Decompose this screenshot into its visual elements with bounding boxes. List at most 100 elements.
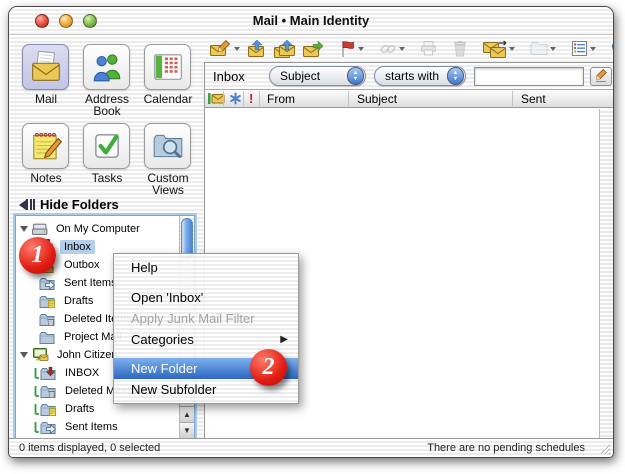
custom-views-icon xyxy=(151,130,185,162)
module-button-tasks[interactable] xyxy=(83,123,130,169)
scroll-down-button[interactable]: ▼ xyxy=(180,422,194,438)
chevron-down-icon[interactable] xyxy=(509,47,515,51)
imap-trash-icon xyxy=(34,384,57,399)
folder-row-imap-sent[interactable]: Sent Items xyxy=(16,418,122,436)
trash-folder-icon xyxy=(39,312,56,327)
print-button[interactable] xyxy=(419,39,438,58)
hide-folders-icon xyxy=(19,199,35,210)
advanced-find-button[interactable] xyxy=(590,67,612,86)
find-button[interactable] xyxy=(610,39,614,58)
forward-icon xyxy=(303,40,325,58)
menu-separator xyxy=(114,278,298,287)
folder-button[interactable] xyxy=(529,40,557,57)
chevron-down-icon[interactable] xyxy=(234,47,240,51)
priority-icon: ! xyxy=(249,91,253,106)
imap-drafts-icon xyxy=(34,402,57,417)
reply-button[interactable] xyxy=(246,39,268,59)
callout-badge-2: 2 xyxy=(250,349,287,386)
popup-arrows-icon: ▲▼ xyxy=(347,67,364,85)
module-button-calendar[interactable] xyxy=(144,44,191,90)
message-list-scrollbar[interactable] xyxy=(599,109,613,438)
filter-query-input[interactable] xyxy=(474,67,584,86)
link-icon xyxy=(379,41,397,57)
flag-icon xyxy=(340,40,356,58)
folder-row-imap-inbox[interactable]: INBOX xyxy=(16,364,103,382)
column-subject[interactable]: Subject xyxy=(357,90,397,107)
chevron-down-icon[interactable] xyxy=(358,47,364,51)
notes-icon xyxy=(29,130,63,162)
hide-folders-label: Hide Folders xyxy=(40,197,119,212)
status-schedules: There are no pending schedules xyxy=(427,442,585,454)
folder-row-drafts[interactable]: Drafts xyxy=(16,292,97,310)
link-button[interactable] xyxy=(378,40,406,58)
column-sent[interactable]: Sent xyxy=(521,90,546,107)
folder-icon xyxy=(530,41,548,56)
column-links[interactable] xyxy=(229,90,242,107)
screen: Mail • Main Identity xyxy=(0,0,625,474)
compose-icon xyxy=(210,40,232,58)
folder-row-on-my-computer[interactable]: On My Computer xyxy=(16,220,144,238)
list-view-icon xyxy=(571,40,588,57)
sent-folder-icon xyxy=(39,276,56,291)
module-label: Mail xyxy=(16,93,76,105)
scroll-up-button[interactable]: ▲ xyxy=(180,406,194,422)
send-receive-button[interactable] xyxy=(482,39,516,59)
submenu-arrow-icon: ▶ xyxy=(280,329,288,350)
compose-button[interactable] xyxy=(209,39,241,59)
folder-row-project-mail[interactable]: Project Mail xyxy=(16,328,125,346)
folder-icon xyxy=(39,330,56,345)
drives-icon xyxy=(32,223,48,236)
module-label: Address Book xyxy=(77,93,137,117)
tasks-icon xyxy=(90,130,124,162)
send-receive-icon xyxy=(483,40,507,58)
menu-item-help[interactable]: Help xyxy=(114,257,298,278)
module-button-custom-views[interactable] xyxy=(144,123,191,169)
chevron-down-icon[interactable] xyxy=(399,47,405,51)
calendar-icon xyxy=(151,51,185,83)
module-label: Notes xyxy=(16,172,76,184)
links-icon xyxy=(229,92,242,105)
column-from[interactable]: From xyxy=(267,90,295,107)
callout-badge-1: 1 xyxy=(19,237,56,274)
popup-arrows-icon: ▲▼ xyxy=(447,67,464,85)
list-title: Inbox xyxy=(213,69,263,84)
trash-icon xyxy=(452,40,468,57)
module-label: Custom Views xyxy=(138,172,198,196)
imap-inbox-icon xyxy=(34,366,57,381)
column-priority[interactable]: ! xyxy=(249,90,253,107)
mail-icon xyxy=(28,51,64,83)
window-title: Mail • Main Identity xyxy=(9,13,613,28)
folder-row-imap-drafts[interactable]: Drafts xyxy=(16,400,98,418)
delete-button[interactable] xyxy=(451,39,469,58)
column-header-row: ! From Subject Sent xyxy=(205,89,613,108)
disclosure-triangle-icon[interactable] xyxy=(20,226,28,232)
status-items-count: 0 items displayed, 0 selected xyxy=(19,442,160,454)
account-icon xyxy=(32,348,49,362)
title-bar[interactable]: Mail • Main Identity xyxy=(9,7,613,35)
flag-button[interactable] xyxy=(339,39,365,59)
filter-field-popup[interactable]: Subject ▲▼ xyxy=(269,66,366,86)
hide-folders-toggle[interactable]: Hide Folders xyxy=(19,197,119,212)
toolbar xyxy=(209,35,614,62)
search-icon xyxy=(611,40,614,57)
filter-operator-popup[interactable]: starts with ▲▼ xyxy=(374,66,466,86)
menu-item-open-inbox[interactable]: Open 'Inbox' xyxy=(114,287,298,308)
mail-window: Mail • Main Identity xyxy=(8,6,614,458)
module-button-notes[interactable] xyxy=(22,123,69,169)
chevron-down-icon[interactable] xyxy=(550,47,556,51)
quick-filter-bar: Inbox Subject ▲▼ starts with ▲▼ xyxy=(205,63,613,89)
forward-button[interactable] xyxy=(302,39,326,59)
reply-icon xyxy=(247,40,267,58)
module-button-mail[interactable] xyxy=(22,44,69,90)
reply-all-button[interactable] xyxy=(273,39,297,59)
drafts-folder-icon xyxy=(39,294,56,309)
module-button-address-book[interactable] xyxy=(83,44,130,90)
chevron-down-icon[interactable] xyxy=(590,47,596,51)
folder-row-sent-items[interactable]: Sent Items xyxy=(16,274,121,292)
folder-row-john-citizen[interactable]: John Citizen xyxy=(16,346,122,364)
list-view-button[interactable] xyxy=(570,39,597,58)
menu-item-categories[interactable]: Categories ▶ xyxy=(114,329,298,350)
resize-grip[interactable] xyxy=(598,442,611,455)
disclosure-triangle-icon[interactable] xyxy=(20,352,28,358)
status-bar: 0 items displayed, 0 selected There are … xyxy=(9,438,613,457)
